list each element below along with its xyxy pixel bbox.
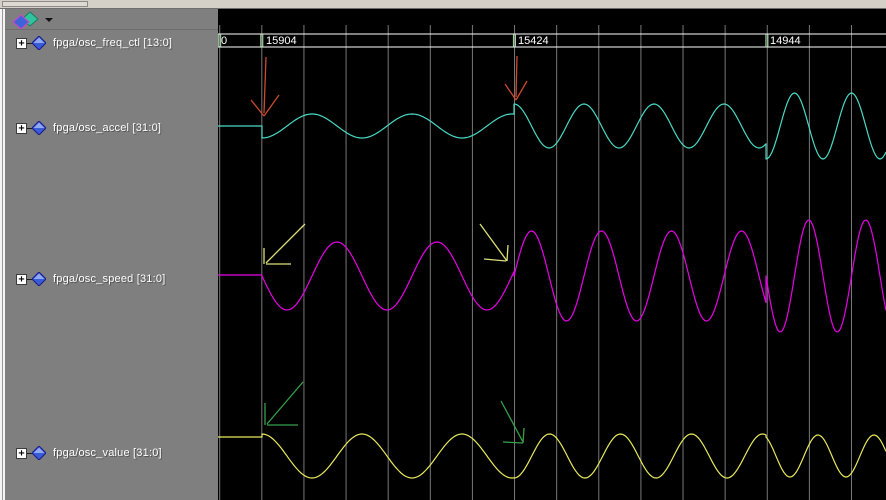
signal-label: fpga/osc_accel [31:0] [53, 122, 162, 134]
wave-trace-osc_speed [218, 219, 886, 333]
arrow-value-marker-2 [500, 400, 524, 443]
left-edge-divider [2, 9, 3, 500]
signal-name-panel: + fpga/osc_freq_ctl [13:0] + fpga/osc_ac… [5, 9, 218, 500]
signal-group-button[interactable] [12, 10, 56, 29]
arrow-value-marker-2 [522, 427, 525, 444]
panel-toolbar [5, 9, 218, 29]
arrow-speed-marker-2 [479, 223, 508, 262]
toolbar-divider [5, 29, 218, 30]
arrow-speed-marker-2 [506, 244, 509, 262]
wave-trace-osc_accel [218, 92, 886, 160]
arrow-accel-marker-2 [515, 55, 518, 98]
wave-canvas[interactable]: 0 15904 15424 14944 [218, 9, 886, 500]
arrow-speed-marker-2 [483, 258, 507, 262]
signal-row-osc-value[interactable]: + fpga/osc_value [31:0] [5, 445, 162, 461]
top-toolbar-strip [0, 0, 886, 9]
signal-row-osc-freq-ctl[interactable]: + fpga/osc_freq_ctl [13:0] [5, 35, 172, 51]
expand-plus-icon[interactable]: + [16, 273, 27, 285]
expand-plus-icon[interactable]: + [16, 122, 27, 134]
signal-diamond-icon [32, 272, 46, 286]
expand-plus-icon[interactable]: + [16, 37, 27, 49]
bus-value-label: 15904 [266, 35, 297, 47]
arrow-accel-marker-1 [263, 94, 280, 117]
wave-group-diamonds-icon [12, 10, 39, 29]
arrow-value-marker-1 [266, 381, 304, 425]
bus-value-label: 0 [221, 35, 227, 47]
arrow-accel-marker-2 [515, 80, 528, 101]
signal-row-osc-speed[interactable]: + fpga/osc_speed [31:0] [5, 271, 165, 287]
signal-label: fpga/osc_value [31:0] [53, 447, 162, 459]
wave-trace-osc_value [218, 433, 886, 479]
arrow-value-marker-2 [502, 441, 524, 444]
signal-diamond-icon [32, 121, 46, 135]
signal-label: fpga/osc_speed [31:0] [53, 273, 166, 285]
bus-value-label: 14944 [770, 35, 801, 47]
signal-label: fpga/osc_freq_ctl [13:0] [53, 37, 173, 49]
toolbar-grip-handle[interactable] [2, 1, 88, 7]
arrow-accel-marker-1 [263, 56, 267, 114]
expand-plus-icon[interactable]: + [16, 447, 27, 459]
signal-row-osc-accel[interactable]: + fpga/osc_accel [31:0] [5, 120, 161, 136]
signal-diamond-icon [32, 36, 46, 50]
signal-diamond-icon [32, 446, 46, 460]
bus-value-label: 15424 [518, 35, 549, 47]
dropdown-arrow-icon[interactable] [45, 17, 53, 22]
arrow-speed-marker-1 [265, 223, 306, 264]
wave-window: + fpga/osc_freq_ctl [13:0] + fpga/osc_ac… [0, 0, 886, 500]
